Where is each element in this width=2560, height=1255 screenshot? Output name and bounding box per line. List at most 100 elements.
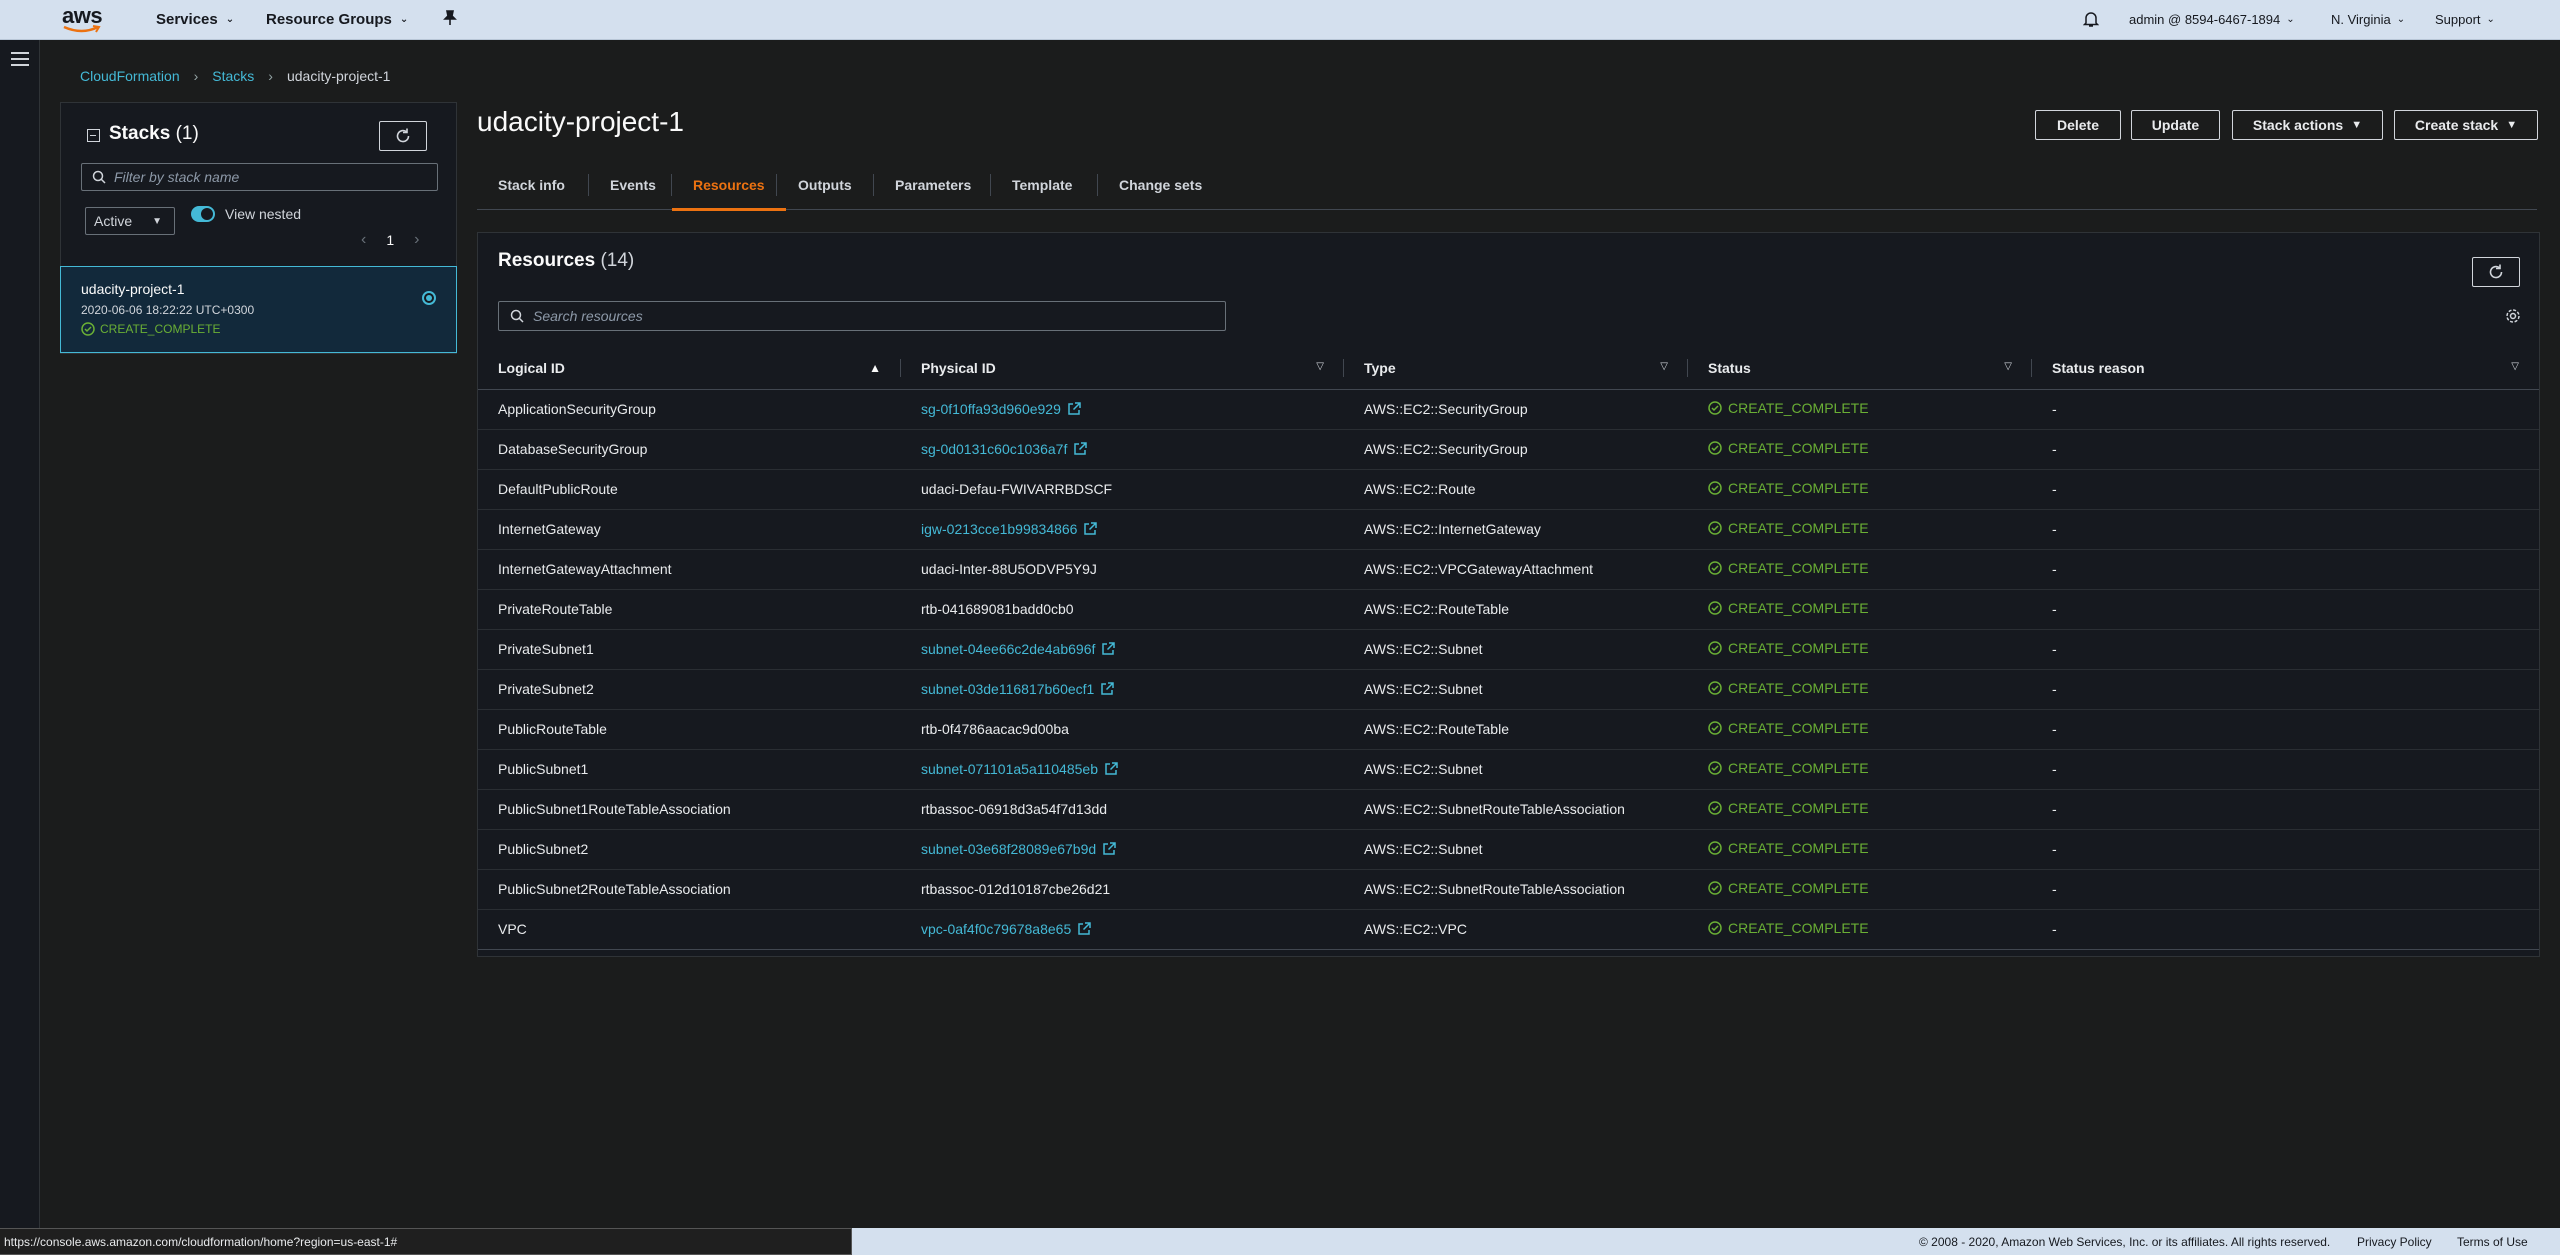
resources-title: Resources (14) — [498, 250, 635, 271]
tab-parameters[interactable]: Parameters — [874, 160, 992, 210]
terms-of-use-link[interactable]: Terms of Use — [2457, 1235, 2528, 1249]
tab-stack-info[interactable]: Stack info — [477, 160, 586, 210]
check-circle-icon — [1708, 761, 1722, 775]
check-circle-icon — [1708, 401, 1722, 415]
resource-status: CREATE_COMPLETE — [1688, 749, 2032, 790]
chevron-left-icon[interactable]: ‹ — [361, 231, 366, 249]
physical-id-link[interactable]: sg-0d0131c60c1036a7f — [921, 441, 1088, 457]
physical-id-link[interactable]: subnet-04ee66c2de4ab696f — [921, 641, 1116, 657]
caret-down-icon: ⌄ — [2396, 14, 2406, 25]
stack-name[interactable]: udacity-project-1 — [81, 281, 185, 297]
status-reason: - — [2032, 509, 2539, 550]
stack-radio[interactable] — [422, 291, 436, 305]
caret-down-icon: ▼ — [2351, 119, 2363, 131]
external-link-icon — [1078, 922, 1091, 935]
update-button[interactable]: Update — [2131, 110, 2220, 140]
sort-ascending-icon: ▲ — [869, 361, 881, 375]
logical-id: PrivateSubnet1 — [478, 629, 901, 670]
aws-logo[interactable]: aws — [60, 3, 110, 35]
tab-change-sets[interactable]: Change sets — [1098, 160, 1223, 210]
tab-bar: Stack info Events Resources Outputs Para… — [477, 160, 2537, 211]
copyright: © 2008 - 2020, Amazon Web Services, Inc.… — [1919, 1235, 2331, 1249]
external-link-icon — [1074, 442, 1088, 455]
bell-icon[interactable] — [2083, 11, 2099, 28]
stack-filter-input[interactable] — [114, 168, 424, 186]
tab-outputs[interactable]: Outputs — [777, 160, 873, 210]
physical-id-link[interactable]: igw-0213cce1b99834866 — [921, 521, 1098, 537]
refresh-icon — [2489, 264, 2503, 279]
external-link-icon — [1068, 402, 1081, 415]
physical-id-cell: rtb-0f4786aacac9d00ba — [901, 709, 1344, 750]
status-reason: - — [2032, 829, 2539, 870]
resource-status: CREATE_COMPLETE — [1688, 509, 2032, 550]
table-row: InternetGateway igw-0213cce1b99834866 AWS:… — [478, 509, 2539, 550]
status-reason: - — [2032, 869, 2539, 910]
chevron-right-icon: › — [193, 68, 199, 84]
services-menu[interactable]: Services ⌄ — [156, 11, 234, 28]
logical-id: PublicRouteTable — [478, 709, 901, 750]
privacy-policy-link[interactable]: Privacy Policy — [2357, 1235, 2432, 1249]
status-filter-select[interactable]: Active ▼ — [85, 207, 175, 235]
resource-groups-menu[interactable]: Resource Groups ⌄ — [266, 11, 408, 28]
breadcrumb-stacks[interactable]: Stacks — [212, 68, 254, 84]
table-row: ApplicationSecurityGroup sg-0f10ffa93d960… — [478, 389, 2539, 430]
col-status[interactable]: Status ▽ — [1688, 347, 2032, 390]
search-icon — [510, 309, 524, 323]
sort-icon: ▽ — [1660, 361, 1668, 372]
physical-id-link[interactable]: subnet-071101a5a110485eb — [921, 761, 1118, 777]
refresh-resources-button[interactable] — [2472, 257, 2520, 287]
physical-id: rtbassoc-012d10187cbe26d21 — [921, 881, 1111, 897]
gear-icon[interactable] — [2505, 308, 2521, 324]
col-status-reason[interactable]: Status reason ▽ — [2032, 347, 2539, 390]
table-header-row: Logical ID ▲ Physical ID ▽ Type ▽ Status ▽ S… — [478, 347, 2539, 390]
support-menu[interactable]: Support ⌄ — [2435, 12, 2495, 27]
logical-id: PrivateSubnet2 — [478, 669, 901, 710]
status-reason: - — [2032, 669, 2539, 710]
table-row: PrivateSubnet2 subnet-03de116817b60ecf1 AW… — [478, 669, 2539, 710]
page-number[interactable]: 1 — [386, 232, 394, 248]
account-menu[interactable]: admin @ 8594-6467-1894 ⌄ — [2129, 12, 2295, 27]
collapse-icon[interactable] — [87, 129, 100, 142]
breadcrumb-cloudformation[interactable]: CloudFormation — [80, 68, 180, 84]
create-stack-button[interactable]: Create stack ▼ — [2394, 110, 2538, 140]
logical-id: DefaultPublicRoute — [478, 469, 901, 510]
search-icon — [92, 170, 106, 184]
view-nested-toggle[interactable] — [191, 206, 215, 222]
side-rail — [0, 40, 40, 1228]
delete-button[interactable]: Delete — [2035, 110, 2121, 140]
resource-status: CREATE_COMPLETE — [1688, 429, 2032, 470]
physical-id-link[interactable]: vpc-0af4f0c79678a8e65 — [921, 921, 1091, 937]
physical-id-cell: subnet-04ee66c2de4ab696f — [901, 629, 1344, 670]
tab-template[interactable]: Template — [991, 160, 1093, 210]
external-link-icon — [1101, 682, 1115, 695]
resource-status: CREATE_COMPLETE — [1688, 589, 2032, 630]
check-circle-icon — [1708, 561, 1722, 575]
pin-icon[interactable] — [442, 10, 458, 26]
tab-events[interactable]: Events — [589, 160, 677, 210]
tab-resources[interactable]: Resources — [672, 160, 786, 211]
resource-status: CREATE_COMPLETE — [1688, 469, 2032, 510]
stack-list-item[interactable]: udacity-project-1 2020-06-06 18:22:22 UT… — [60, 266, 457, 353]
col-physical-id[interactable]: Physical ID ▽ — [901, 347, 1344, 390]
physical-id-link[interactable]: subnet-03e68f28089e67b9d — [921, 841, 1116, 857]
physical-id-link[interactable]: subnet-03de116817b60ecf1 — [921, 681, 1115, 697]
table-row: PrivateSubnet1 subnet-04ee66c2de4ab696f AW… — [478, 629, 2539, 670]
status-reason: - — [2032, 469, 2539, 510]
resource-status: CREATE_COMPLETE — [1688, 829, 2032, 870]
region-menu[interactable]: N. Virginia ⌄ — [2331, 12, 2405, 27]
stack-actions-button[interactable]: Stack actions ▼ — [2232, 110, 2383, 140]
chevron-right-icon[interactable]: › — [414, 231, 419, 249]
menu-icon[interactable] — [11, 52, 29, 66]
resource-status: CREATE_COMPLETE — [1688, 709, 2032, 750]
refresh-stacks-button[interactable] — [379, 121, 427, 151]
check-circle-icon — [1708, 601, 1722, 615]
status-reason: - — [2032, 709, 2539, 750]
check-circle-icon — [1708, 801, 1722, 815]
col-logical-id[interactable]: Logical ID ▲ — [478, 347, 901, 390]
physical-id: udaci-Inter-88U5ODVP5Y9J — [921, 561, 1097, 577]
physical-id-cell: subnet-03de116817b60ecf1 — [901, 669, 1344, 710]
physical-id-link[interactable]: sg-0f10ffa93d960e929 — [921, 401, 1081, 417]
table-row: DatabaseSecurityGroup sg-0d0131c60c1036a7… — [478, 429, 2539, 470]
resource-search-input[interactable] — [533, 307, 1213, 325]
col-type[interactable]: Type ▽ — [1344, 347, 1688, 390]
